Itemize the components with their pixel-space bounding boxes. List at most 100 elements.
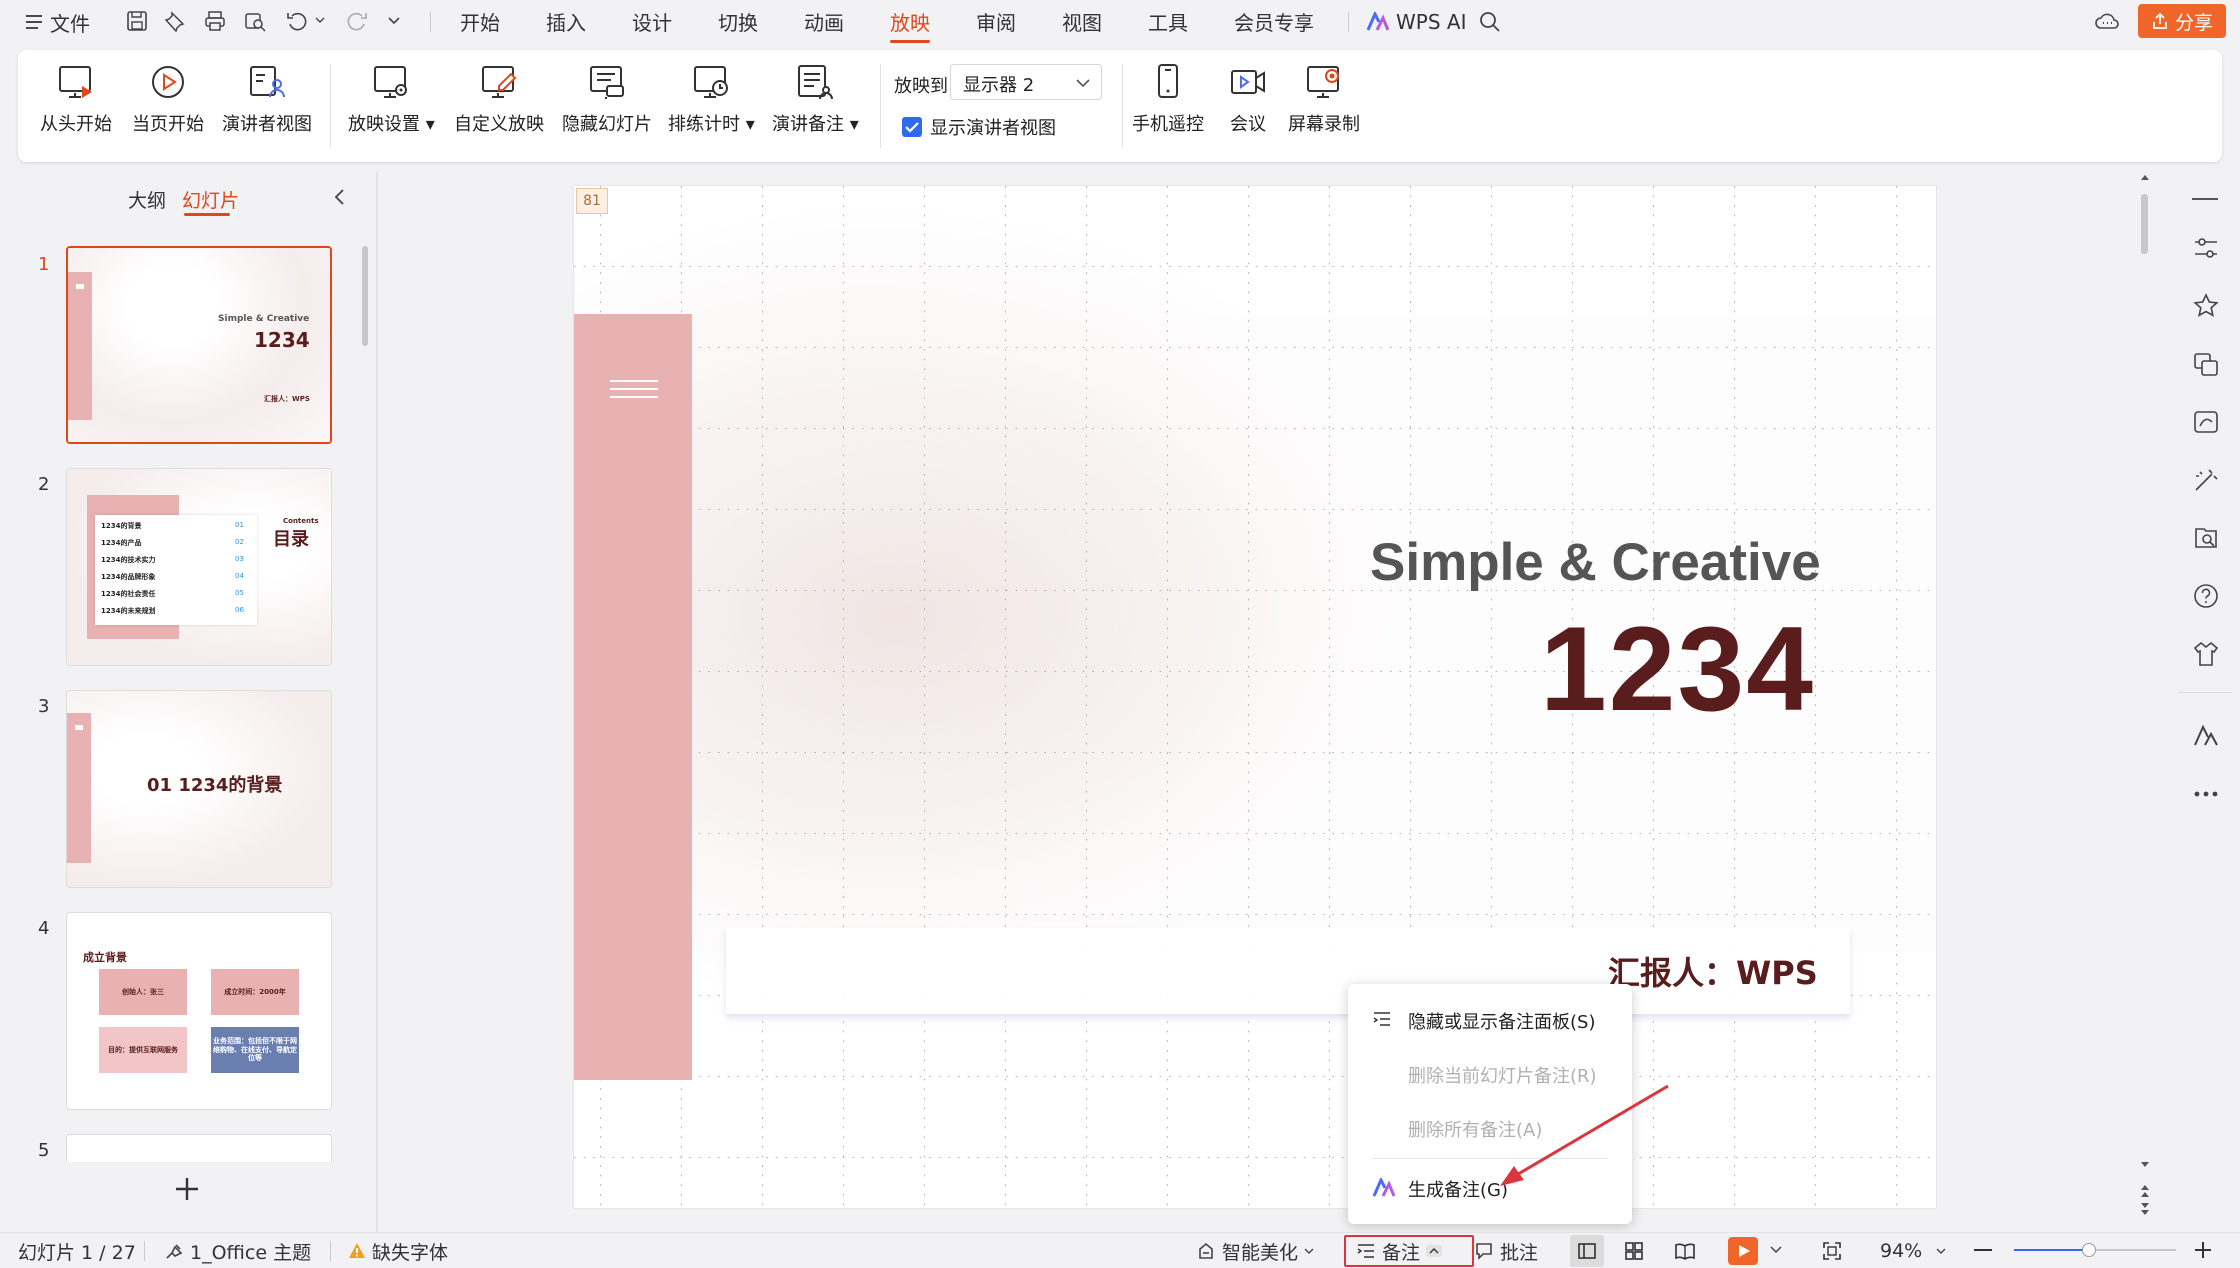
monitor-select[interactable]: 显示器 2 <box>950 64 1102 100</box>
slide-thumbnail-4[interactable]: 成立背景 创始人：张三 成立时间：2000年 目的：提供互联网服务 业务范围：包… <box>66 912 332 1110</box>
tab-animation[interactable]: 动画 <box>804 8 844 38</box>
notes-button[interactable]: 备注 <box>1356 1238 1443 1264</box>
tab-home[interactable]: 开始 <box>460 8 500 38</box>
add-slide-icon[interactable] <box>174 1176 200 1202</box>
share-icon <box>2151 12 2169 30</box>
more-dropdown-icon[interactable] <box>386 12 402 28</box>
file-menu[interactable]: 文件 <box>26 8 90 36</box>
presenter-view-button[interactable]: 演讲者视图 <box>222 62 312 152</box>
tab-slideshow[interactable]: 放映 <box>890 8 930 43</box>
magic-wand-icon[interactable] <box>2192 466 2220 494</box>
warning-icon <box>348 1242 366 1260</box>
slide-thumbnail-3[interactable]: 01 1234的背景 <box>66 690 332 888</box>
tab-transition[interactable]: 切换 <box>718 8 758 38</box>
play-icon <box>1737 1244 1751 1258</box>
slide-number: 2 <box>38 474 50 495</box>
zoom-slider-handle[interactable] <box>2082 1243 2096 1257</box>
reading-view-icon[interactable] <box>1674 1241 1696 1261</box>
smart-beautify-button[interactable]: 智能美化 <box>1196 1238 1314 1264</box>
zoom-slider[interactable] <box>2014 1243 2176 1257</box>
thumb-toc-item: 1234的社会责任 <box>101 590 156 598</box>
canvas-scrollbar[interactable] <box>2138 172 2152 1232</box>
ai-assistant-icon[interactable] <box>2192 722 2220 750</box>
zoom-level[interactable]: 94% <box>1880 1238 1946 1264</box>
slide-number: 1 <box>38 254 50 275</box>
cloud-icon[interactable] <box>2094 10 2120 32</box>
from-current-button[interactable]: 当页开始 <box>132 62 204 152</box>
hide-slide-button[interactable]: 隐藏幻灯片 <box>562 62 652 152</box>
undo-icon[interactable] <box>286 10 308 32</box>
tab-member[interactable]: 会员专享 <box>1234 8 1314 38</box>
thumb-toc-item: 1234的产品 <box>101 539 142 547</box>
scroll-down-icon[interactable] <box>2139 1158 2151 1170</box>
slide-reporter[interactable]: 汇报人：WPS <box>1608 948 1818 994</box>
phone-remote-button[interactable]: 手机遥控 <box>1132 62 1204 152</box>
panel-scrollbar[interactable] <box>362 246 368 346</box>
from-start-button[interactable]: 从头开始 <box>40 62 112 152</box>
play-slideshow-button[interactable] <box>1728 1237 1758 1265</box>
slide-thumbnail-1[interactable]: Simple & Creative 1234 汇报人：WPS <box>66 246 332 444</box>
thumb-contents-en: Contents <box>283 517 319 525</box>
slide-sorter-icon[interactable] <box>1624 1241 1644 1261</box>
tab-review[interactable]: 审阅 <box>976 8 1016 38</box>
collapse-rail-icon[interactable] <box>2192 198 2218 200</box>
missing-font-indicator[interactable]: 缺失字体 <box>348 1238 448 1264</box>
fit-window-icon[interactable] <box>1822 1241 1842 1261</box>
scroll-up-icon[interactable] <box>2139 172 2151 184</box>
meeting-video-icon <box>1228 62 1268 102</box>
wps-ai-button[interactable]: WPS AI <box>1366 8 1466 36</box>
slide-thumbnail-2[interactable]: Contents 目录 1234的背景 01 1234的产品 02 1234的技… <box>66 468 332 666</box>
tab-tools[interactable]: 工具 <box>1148 8 1188 38</box>
menu-lines-icon <box>610 380 658 382</box>
help-icon[interactable] <box>2192 582 2220 610</box>
more-icon[interactable] <box>2192 780 2220 808</box>
zoom-in-icon[interactable] <box>2194 1241 2212 1259</box>
sliders-icon[interactable] <box>2192 234 2220 262</box>
page-down-icon[interactable] <box>2139 1202 2151 1216</box>
normal-view-button[interactable] <box>1570 1235 1604 1267</box>
presenter-view-label: 演讲者视图 <box>222 114 312 135</box>
undo-dropdown-icon[interactable] <box>314 14 326 26</box>
rehearse-button[interactable]: 排练计时 ▾ <box>668 62 755 152</box>
tab-outline[interactable]: 大纲 <box>128 186 166 213</box>
slide-number: 5 <box>38 1140 50 1161</box>
theme-indicator[interactable]: 1_Office 主题 <box>164 1238 311 1264</box>
screen-record-button[interactable]: 屏幕录制 <box>1288 62 1360 152</box>
zoom-out-icon[interactable] <box>1974 1249 1992 1251</box>
slide-title[interactable]: 1234 <box>1540 600 1815 738</box>
slide-title-en[interactable]: Simple & Creative <box>1370 532 1821 593</box>
toggle-notes-panel-item[interactable]: 隐藏或显示备注面板(S) <box>1348 1000 1632 1040</box>
thumb-box: 目的：提供互联网服务 <box>99 1027 187 1073</box>
page-up-icon[interactable] <box>2139 1184 2151 1198</box>
slideshow-settings-button[interactable]: 放映设置 ▾ <box>348 62 435 152</box>
hide-slide-label: 隐藏幻灯片 <box>562 114 652 135</box>
custom-show-label: 自定义放映 <box>454 114 544 135</box>
share-label: 分享 <box>2174 11 2213 34</box>
custom-show-button[interactable]: 自定义放映 <box>454 62 544 152</box>
pin-icon[interactable] <box>164 10 186 32</box>
comments-button[interactable]: 批注 <box>1474 1238 1538 1264</box>
notes-list-icon <box>1356 1242 1376 1260</box>
shirt-icon[interactable] <box>2192 640 2220 668</box>
tab-insert[interactable]: 插入 <box>546 8 586 38</box>
copy-slides-icon[interactable] <box>2192 350 2220 378</box>
print-icon[interactable] <box>204 10 226 32</box>
share-button[interactable]: 分享 <box>2138 4 2226 38</box>
meeting-button[interactable]: 会议 <box>1228 62 1268 152</box>
star-icon[interactable] <box>2192 292 2220 320</box>
play-options-chevron-icon[interactable] <box>1770 1245 1782 1255</box>
save-icon[interactable] <box>126 10 148 32</box>
speaker-notes-button[interactable]: 演讲备注 ▾ <box>772 62 859 152</box>
show-to-label: 放映到 <box>894 76 948 97</box>
tab-slides[interactable]: 幻灯片 <box>182 186 239 213</box>
redo-icon[interactable] <box>346 10 368 32</box>
search-icon[interactable] <box>1478 10 1502 34</box>
slide-canvas[interactable]: 81 Simple & Creative 1234 汇报人：WPS <box>574 186 1936 1208</box>
tab-design[interactable]: 设计 <box>632 8 672 38</box>
show-presenter-checkbox[interactable]: 显示演讲者视图 <box>902 114 1056 140</box>
image-edit-icon[interactable] <box>2192 408 2220 436</box>
collapse-panel-icon[interactable] <box>332 188 348 206</box>
print-preview-icon[interactable] <box>244 10 266 32</box>
book-search-icon[interactable] <box>2192 524 2220 552</box>
tab-view[interactable]: 视图 <box>1062 8 1102 38</box>
